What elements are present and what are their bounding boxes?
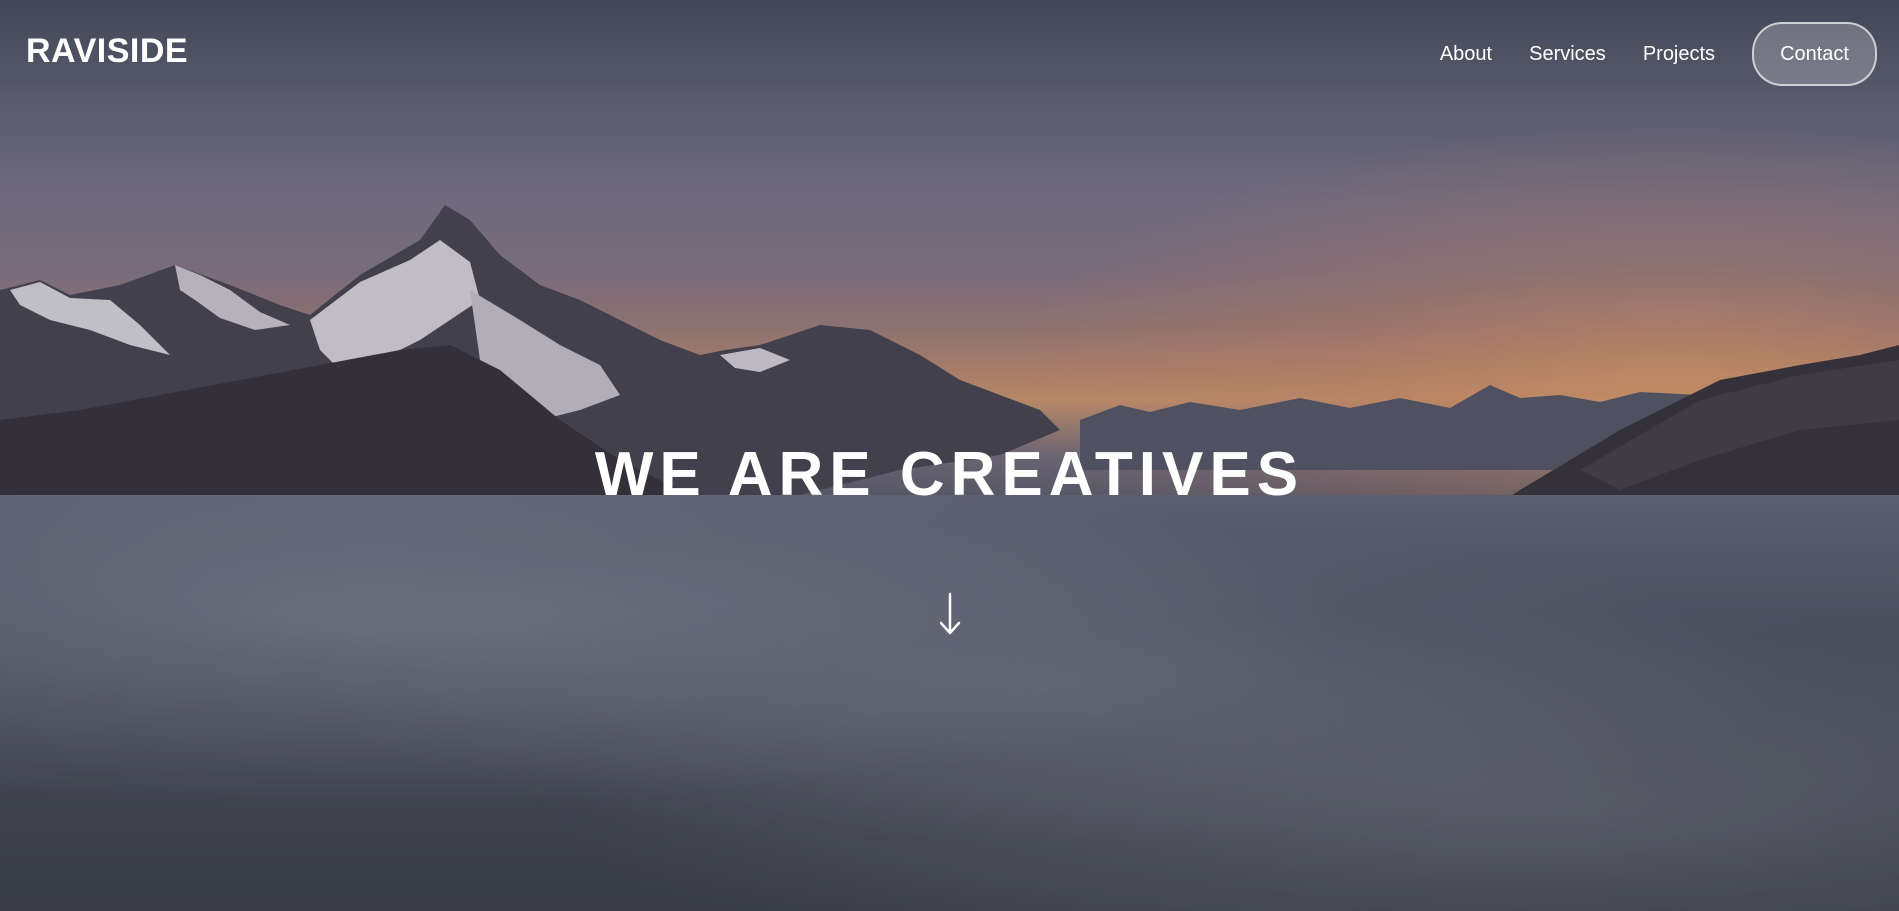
arrow-down-icon[interactable] [937, 590, 963, 638]
nav-link-projects[interactable]: Projects [1643, 43, 1715, 66]
hero-section: RAVISIDE About Services Projects Contact… [0, 0, 1899, 911]
nav-links: About Services Projects Contact [1440, 22, 1877, 86]
site-logo[interactable]: RAVISIDE [26, 32, 188, 71]
hero-headline: WE ARE CREATIVES [594, 440, 1305, 509]
contact-button[interactable]: Contact [1752, 22, 1877, 86]
nav-link-services[interactable]: Services [1529, 43, 1606, 66]
nav-link-about[interactable]: About [1440, 43, 1492, 66]
top-navigation: RAVISIDE About Services Projects Contact [0, 0, 1899, 105]
